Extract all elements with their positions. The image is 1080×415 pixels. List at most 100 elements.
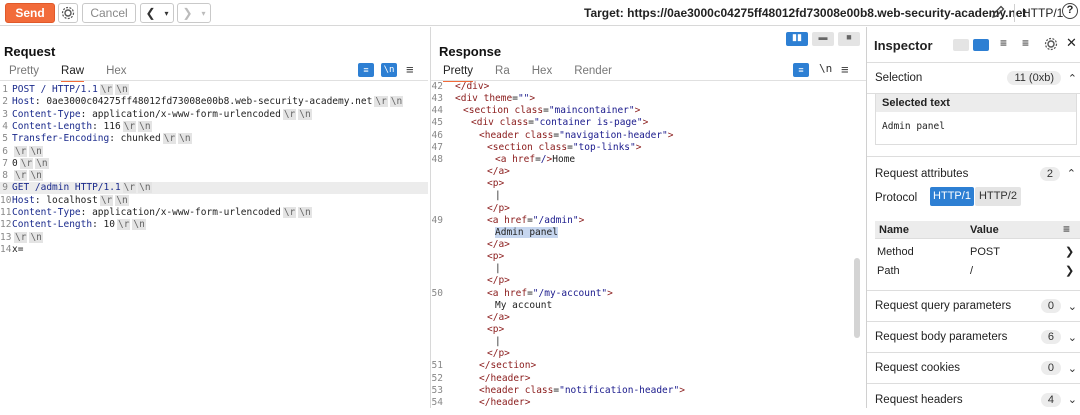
line-content: | <box>495 263 501 275</box>
crlf-marker: \n <box>132 219 146 231</box>
request-query-parameters-section[interactable]: Request query parameters 0 ⌄ <box>867 291 1080 322</box>
crlf-marker: \n <box>29 231 43 243</box>
code-line: 42 </div> <box>431 81 866 93</box>
request-cookies-section[interactable]: Request cookies 0 ⌄ <box>867 353 1080 384</box>
layout-rows-icon[interactable]: ▬ <box>812 32 834 46</box>
code-token: <section <box>487 141 539 153</box>
back-arrow-icon[interactable]: ❮ <box>145 6 155 20</box>
chevron-up-icon[interactable]: ⌃ <box>1068 72 1077 85</box>
layout-single-icon[interactable]: ■ <box>838 32 860 46</box>
table-row[interactable]: Path / ❯ <box>875 263 1080 281</box>
request-body-parameters-section[interactable]: Request body parameters 6 ⌄ <box>867 322 1080 353</box>
line-number: 13 <box>0 231 12 243</box>
code-token: : chunked <box>109 133 161 145</box>
response-show-newlines-icon[interactable]: \n <box>819 62 832 75</box>
code-token: > <box>667 129 674 141</box>
chevron-down-icon[interactable]: ⌄ <box>1068 362 1077 375</box>
code-token: <p> <box>487 251 505 263</box>
inspector-layout-active-icon[interactable] <box>973 39 989 51</box>
response-editor[interactable]: 42 </div> 43 <div theme=""> 44 <section class… <box>431 80 866 408</box>
code-token: </div> <box>455 81 490 92</box>
cancel-button[interactable]: Cancel <box>82 3 136 23</box>
response-wrap-lines-icon[interactable]: ≡ <box>793 63 809 77</box>
selection-badge: 11 (0xb) <box>1007 71 1061 85</box>
line-number: 10 <box>0 194 12 206</box>
chevron-down-icon[interactable]: ⌄ <box>1068 393 1077 406</box>
layout-split-icon[interactable]: ▮▮ <box>786 32 808 46</box>
line-content: </div> <box>455 81 489 93</box>
inspector-settings-icon[interactable] <box>1044 37 1058 54</box>
inspector-layout-icon[interactable] <box>953 39 969 51</box>
table-menu-icon[interactable]: ≡ <box>1063 222 1070 236</box>
table-cell-name: Path <box>877 265 900 277</box>
crlf-marker: \r <box>14 231 28 243</box>
show-newlines-icon[interactable]: \n <box>381 63 397 77</box>
line-number: 6 <box>2 145 8 157</box>
selection-section[interactable]: Selection 11 (0xb) ⌃ <box>867 63 1080 94</box>
code-token: x= <box>12 243 24 255</box>
chevron-down-icon[interactable]: ⌄ <box>1068 331 1077 344</box>
protocol-http1-button[interactable]: HTTP/1 <box>930 187 974 206</box>
response-menu-icon[interactable]: ≡ <box>841 62 849 77</box>
code-token: 0 <box>12 157 18 169</box>
line-number: 12 <box>0 219 12 231</box>
help-icon[interactable]: ? <box>1062 3 1078 19</box>
line-content: <a href="/admin"> <box>487 215 584 227</box>
code-token: : application/x-www-form-urlencoded <box>80 207 281 218</box>
settings-gear-icon[interactable] <box>58 3 78 23</box>
line-number: 42 <box>431 81 443 92</box>
crlf-marker: \n <box>178 133 192 145</box>
code-token: "" <box>517 93 530 105</box>
forward-nav-group[interactable]: ❯ ▾ <box>177 3 211 23</box>
close-icon[interactable]: ✕ <box>1066 35 1077 51</box>
code-token: <a <box>487 287 505 299</box>
align-icon[interactable]: ≡ <box>1000 36 1007 50</box>
protocol-http2-button[interactable]: HTTP/2 <box>975 187 1021 206</box>
menu-icon[interactable]: ≡ <box>406 62 414 77</box>
table-row[interactable]: Method POST ❯ <box>875 244 1080 262</box>
selected-text-value: Admin panel <box>882 121 945 132</box>
selected-text-title: Selected text <box>876 94 1076 112</box>
code-line: 1 POST / HTTP/1.1 \r \n <box>0 84 428 96</box>
line-content: </a> <box>487 312 510 324</box>
code-token: class <box>524 129 554 141</box>
send-button[interactable]: Send <box>5 3 55 23</box>
line-content: <header class="notification-header"> <box>479 385 685 397</box>
code-token: href <box>512 153 536 165</box>
toolbar: Send Cancel ❮ ▾ ❯ ▾ Target: https://0ae300… <box>0 0 1080 26</box>
http-version-label[interactable]: HTTP/1 <box>1022 6 1063 20</box>
wrap-lines-icon[interactable]: ≡ <box>358 63 374 77</box>
crlf-marker: \n <box>138 120 152 132</box>
forward-dropdown-icon[interactable]: ▾ <box>201 9 205 18</box>
line-number: 48 <box>431 153 443 165</box>
code-token: "notification-header" <box>559 384 680 396</box>
line-number: 3 <box>2 108 8 120</box>
request-headers-section[interactable]: Request headers 4 ⌄ <box>867 384 1080 415</box>
back-dropdown-icon[interactable]: ▾ <box>164 9 168 18</box>
line-number: 53 <box>431 384 443 396</box>
chevron-right-icon[interactable]: ❯ <box>1065 264 1074 277</box>
code-token: | <box>495 263 501 275</box>
crlf-marker: \n <box>115 194 129 206</box>
request-editor[interactable]: 1 POST / HTTP/1.1 \r \n 2 Host: 0ae3000c04275… <box>0 80 428 255</box>
collapse-icon[interactable]: ≡ <box>1022 36 1029 50</box>
code-token: Content-Length <box>12 120 93 132</box>
edit-pencil-icon[interactable] <box>990 4 1006 23</box>
crlf-marker: \n <box>298 108 312 120</box>
code-line: 11 Content-Type: application/x-www-form-u… <box>0 207 428 219</box>
chevron-right-icon[interactable]: ❯ <box>1065 245 1074 258</box>
code-line: 51 </section> <box>431 360 866 372</box>
request-attributes-label[interactable]: Request attributes <box>875 168 968 180</box>
line-content: My account <box>495 300 552 312</box>
line-content: \r \n <box>12 231 43 244</box>
chevron-down-icon[interactable]: ⌄ <box>1068 300 1077 313</box>
table-cell-value: POST <box>970 246 1000 258</box>
response-scrollbar[interactable] <box>854 258 860 338</box>
back-nav-group[interactable]: ❮ ▾ <box>140 3 174 23</box>
line-number: 11 <box>0 207 12 218</box>
crlf-marker: \r <box>116 219 131 231</box>
chevron-up-icon[interactable]: ⌃ <box>1067 167 1076 180</box>
forward-arrow-icon[interactable]: ❯ <box>182 6 192 20</box>
line-number: 54 <box>431 396 443 408</box>
code-line: <p> <box>431 251 866 263</box>
